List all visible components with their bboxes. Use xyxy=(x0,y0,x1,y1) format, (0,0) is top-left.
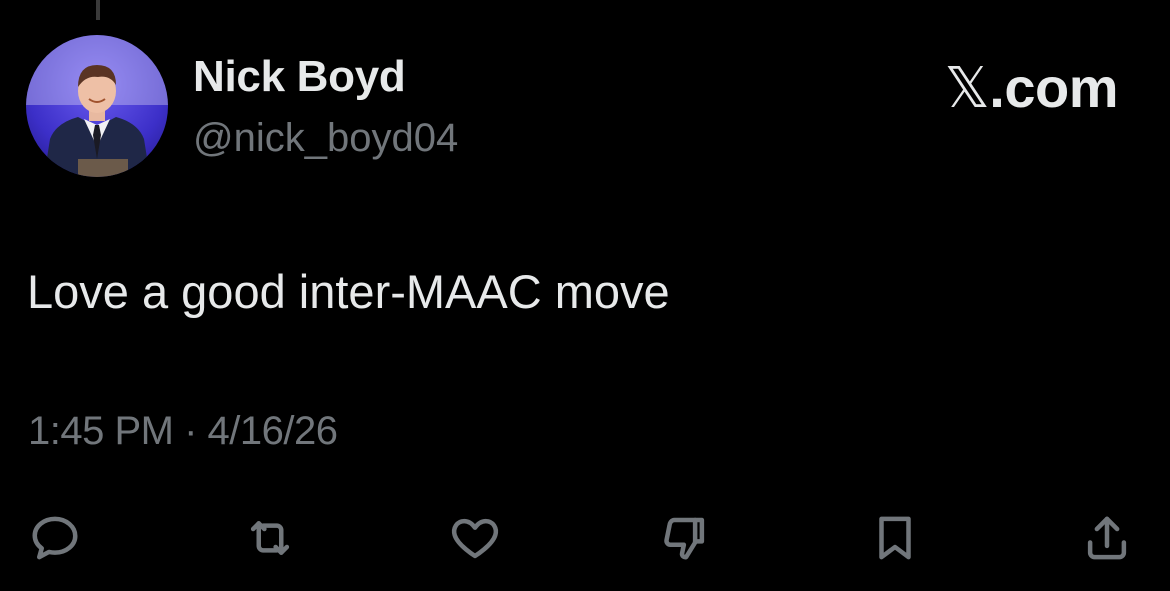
bookmark-icon xyxy=(879,516,911,560)
share-button[interactable] xyxy=(1077,508,1137,568)
tweet-text: Love a good inter-MAAC move xyxy=(27,265,670,318)
x-logo-icon: 𝕏 xyxy=(944,56,990,121)
reply-button[interactable] xyxy=(25,508,85,568)
brand-logo: 𝕏.com xyxy=(944,55,1119,121)
thread-connector-line xyxy=(96,0,100,20)
dislike-button[interactable] xyxy=(655,508,715,568)
avatar[interactable] xyxy=(26,35,168,177)
retweet-button[interactable] xyxy=(240,508,300,568)
brand-domain: .com xyxy=(989,56,1118,119)
tweet-timestamp[interactable]: 1:45 PM · 4/16/26 xyxy=(28,409,338,454)
retweet-icon xyxy=(250,521,290,555)
author-display-name[interactable]: Nick Boyd xyxy=(193,52,406,102)
profile-photo-icon xyxy=(26,35,168,177)
reply-icon xyxy=(32,516,78,560)
like-button[interactable] xyxy=(445,508,505,568)
heart-icon xyxy=(451,518,499,559)
share-icon xyxy=(1087,516,1127,560)
thumbs-down-icon xyxy=(664,517,705,560)
author-handle[interactable]: @nick_boyd04 xyxy=(193,116,458,161)
bookmark-button[interactable] xyxy=(865,508,925,568)
